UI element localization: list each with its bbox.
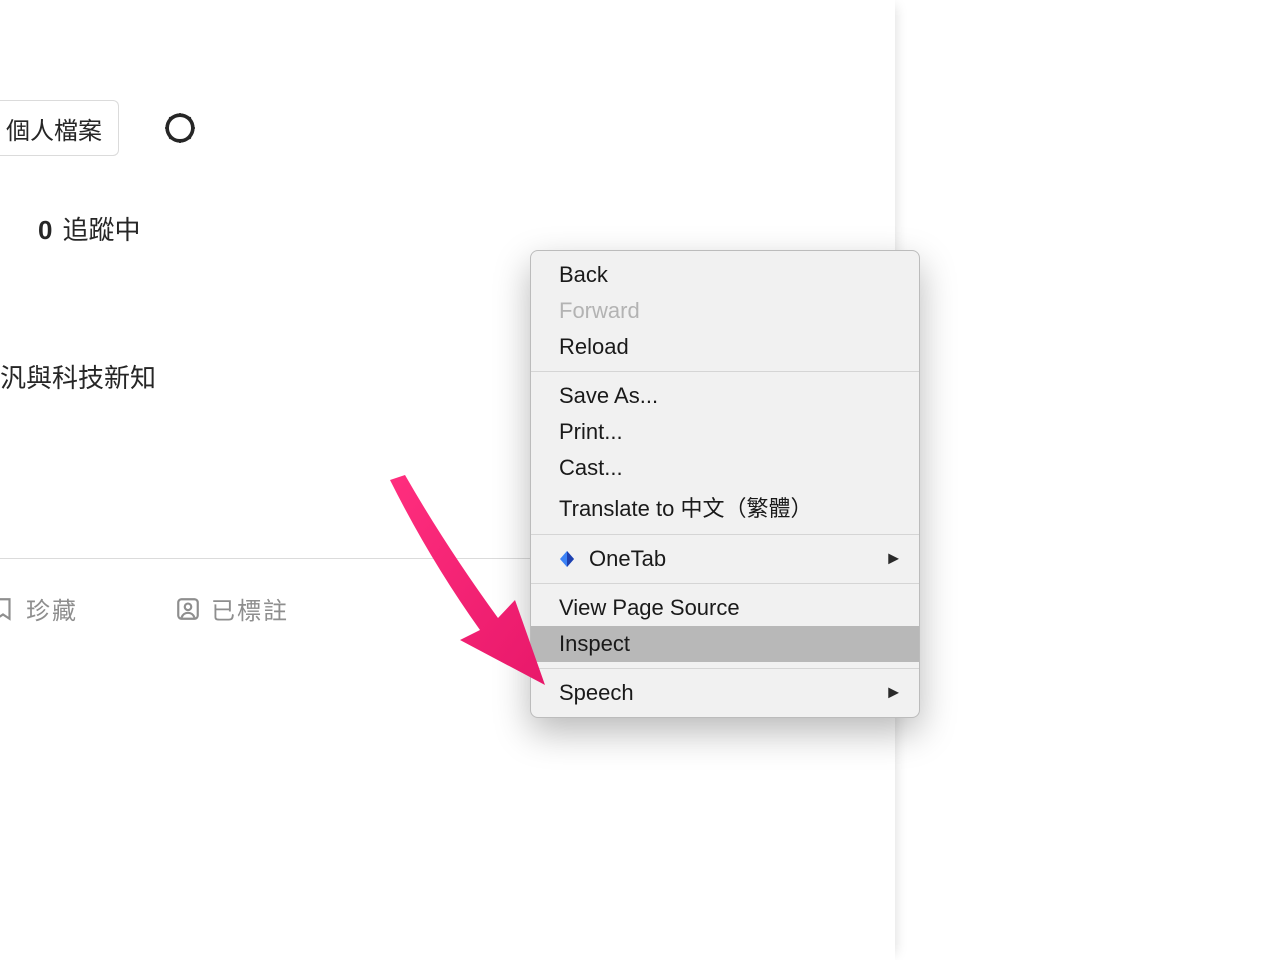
ctx-separator	[531, 534, 919, 535]
tab-tagged-label: 已標註	[211, 591, 289, 626]
ctx-translate[interactable]: Translate to 中文（繁體）	[531, 486, 919, 528]
following-label: 追蹤中	[62, 210, 140, 247]
ctx-onetab-label: OneTab	[589, 546, 666, 572]
ctx-save-as[interactable]: Save As...	[531, 378, 919, 414]
ctx-separator	[531, 583, 919, 584]
ctx-reload[interactable]: Reload	[531, 329, 919, 365]
ctx-onetab[interactable]: OneTab	[531, 541, 919, 577]
following-stat[interactable]: 0 追蹤中	[38, 210, 140, 247]
onetab-icon	[557, 549, 577, 569]
tagged-icon	[175, 596, 201, 622]
ctx-back[interactable]: Back	[531, 257, 919, 293]
following-count: 0	[38, 215, 52, 246]
tab-saved[interactable]: 珍藏	[0, 591, 78, 626]
ctx-forward: Forward	[531, 293, 919, 329]
edit-profile-button[interactable]: 個人檔案	[0, 100, 119, 156]
tab-tagged[interactable]: 已標註	[175, 591, 289, 626]
bookmark-icon	[0, 596, 16, 622]
settings-gear-icon[interactable]	[160, 108, 200, 148]
ctx-inspect[interactable]: Inspect	[531, 626, 919, 662]
browser-context-menu: Back Forward Reload Save As... Print... …	[530, 250, 920, 718]
ctx-speech[interactable]: Speech	[531, 675, 919, 711]
ctx-print[interactable]: Print...	[531, 414, 919, 450]
tab-saved-label: 珍藏	[26, 591, 78, 626]
bio-text: 汎與科技新知	[0, 358, 156, 395]
ctx-cast[interactable]: Cast...	[531, 450, 919, 486]
ctx-separator	[531, 668, 919, 669]
ctx-view-source[interactable]: View Page Source	[531, 590, 919, 626]
ctx-separator	[531, 371, 919, 372]
